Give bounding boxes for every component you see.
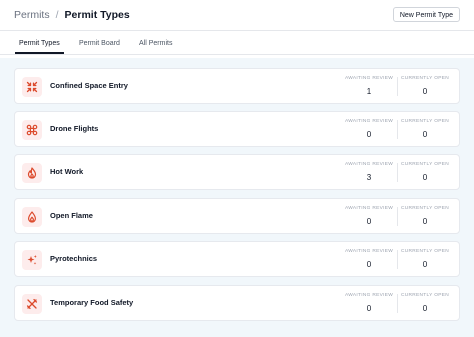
currently-open-label: CURRENTLY OPEN (400, 206, 449, 211)
flame-icon (22, 207, 42, 227)
permit-type-name: Hot Work (50, 167, 84, 176)
awaiting-review-label: AWAITING REVIEW (344, 206, 394, 211)
currently-open-label: CURRENTLY OPEN (400, 76, 449, 81)
tab-bar: Permit Types Permit Board All Permits (0, 32, 474, 55)
breadcrumb-permits-link[interactable]: Permits (14, 9, 50, 21)
currently-open-stat: CURRENTLY OPEN 0 (397, 292, 453, 314)
sparkles-icon (22, 250, 42, 270)
new-permit-type-button[interactable]: New Permit Type (392, 7, 460, 22)
permit-type-card-temporary-food-safety[interactable]: Temporary Food Safety AWAITING REVIEW 0 … (14, 285, 460, 321)
breadcrumb: Permits / Permit Types (14, 9, 130, 21)
compress-arrows-icon (22, 77, 42, 97)
currently-open-count: 0 (422, 260, 428, 269)
permit-type-card-pyrotechnics[interactable]: Pyrotechnics AWAITING REVIEW 0 CURRENTLY… (14, 241, 460, 277)
awaiting-review-label: AWAITING REVIEW (344, 293, 394, 298)
awaiting-review-stat: AWAITING REVIEW 0 (341, 292, 397, 314)
awaiting-review-count: 0 (366, 304, 372, 313)
currently-open-count: 0 (422, 87, 428, 96)
currently-open-label: CURRENTLY OPEN (400, 293, 449, 298)
currently-open-stat: CURRENTLY OPEN 0 (397, 75, 453, 97)
permit-type-name: Temporary Food Safety (50, 298, 134, 307)
currently-open-label: CURRENTLY OPEN (400, 162, 449, 167)
awaiting-review-count: 1 (366, 87, 372, 96)
currently-open-count: 0 (422, 173, 428, 182)
permit-type-name: Drone Flights (50, 124, 99, 133)
tab-permit-types[interactable]: Permit Types (15, 39, 64, 54)
tab-all-permits[interactable]: All Permits (139, 39, 172, 48)
currently-open-count: 0 (422, 217, 428, 226)
awaiting-review-stat: AWAITING REVIEW 0 (341, 248, 397, 270)
permit-type-list: Confined Space Entry AWAITING REVIEW 1 C… (0, 58, 474, 337)
permit-type-name: Open Flame (50, 211, 93, 220)
currently-open-stat: CURRENTLY OPEN 0 (397, 161, 453, 183)
awaiting-review-label: AWAITING REVIEW (344, 76, 394, 81)
permit-type-card-hot-work[interactable]: Hot Work AWAITING REVIEW 3 CURRENTLY OPE… (14, 154, 460, 190)
awaiting-review-count: 0 (366, 217, 372, 226)
awaiting-review-stat: AWAITING REVIEW 1 (341, 75, 397, 97)
breadcrumb-separator: / (55, 9, 59, 21)
tab-permit-board[interactable]: Permit Board (79, 39, 120, 48)
utensils-icon (22, 294, 42, 314)
currently-open-stat: CURRENTLY OPEN 0 (397, 248, 453, 270)
permit-type-name: Confined Space Entry (50, 81, 128, 90)
currently-open-stat: CURRENTLY OPEN 0 (397, 205, 453, 227)
awaiting-review-count: 0 (366, 260, 372, 269)
currently-open-label: CURRENTLY OPEN (400, 119, 449, 124)
awaiting-review-stat: AWAITING REVIEW 0 (341, 205, 397, 227)
currently-open-count: 0 (422, 304, 428, 313)
currently-open-stat: CURRENTLY OPEN 0 (397, 118, 453, 140)
awaiting-review-count: 3 (366, 173, 372, 182)
awaiting-review-label: AWAITING REVIEW (344, 162, 394, 167)
drone-icon (22, 120, 42, 140)
awaiting-review-count: 0 (366, 130, 372, 139)
awaiting-review-label: AWAITING REVIEW (344, 119, 394, 124)
permit-type-card-confined-space-entry[interactable]: Confined Space Entry AWAITING REVIEW 1 C… (14, 68, 460, 104)
page-header: Permits / Permit Types New Permit Type (0, 0, 474, 31)
awaiting-review-stat: AWAITING REVIEW 3 (341, 161, 397, 183)
awaiting-review-label: AWAITING REVIEW (344, 249, 394, 254)
permit-type-name: Pyrotechnics (50, 254, 98, 263)
permit-type-card-drone-flights[interactable]: Drone Flights AWAITING REVIEW 0 CURRENTL… (14, 111, 460, 147)
currently-open-count: 0 (422, 130, 428, 139)
awaiting-review-stat: AWAITING REVIEW 0 (341, 118, 397, 140)
currently-open-label: CURRENTLY OPEN (400, 249, 449, 254)
page-title: Permit Types (64, 9, 130, 21)
fire-icon (22, 163, 42, 183)
permit-type-card-open-flame[interactable]: Open Flame AWAITING REVIEW 0 CURRENTLY O… (14, 198, 460, 234)
